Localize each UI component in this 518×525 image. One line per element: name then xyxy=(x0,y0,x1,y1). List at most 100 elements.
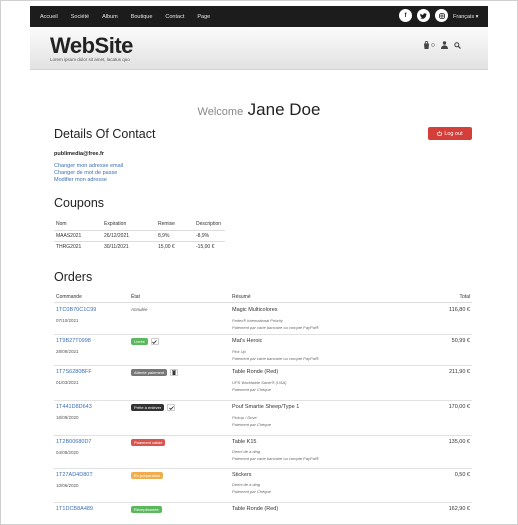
change-password-link[interactable]: Changer de mot de passe xyxy=(54,170,123,177)
order-total: 211,90 € xyxy=(448,369,470,375)
order-summary: Table K15 xyxy=(232,439,257,445)
trash-icon[interactable] xyxy=(170,369,179,376)
order-shipping: Fedex® International Priority xyxy=(232,318,283,323)
orders-header-row: Commande État Résumé Total xyxy=(54,293,472,303)
nav-item-contact[interactable]: Contact xyxy=(165,14,184,20)
order-summary: Stickers xyxy=(232,472,252,478)
coupon-expiration: 30/11/2021 xyxy=(104,243,129,250)
coupon-description: -15,00 € xyxy=(196,243,215,250)
order-status-badge: Prête à enlever xyxy=(131,404,165,411)
welcome-label: Welcome xyxy=(197,106,244,118)
order-payment: Paiement par Chèque xyxy=(232,387,271,392)
order-state-text: Annulée xyxy=(131,307,148,312)
coupon-description: -8,9% xyxy=(196,232,210,239)
order-state: Annulée xyxy=(131,307,148,312)
nav-item-societe[interactable]: Société xyxy=(71,14,89,20)
checkmark-icon[interactable] xyxy=(150,338,159,345)
order-shipping: Pick Up xyxy=(232,349,246,354)
edit-address-link[interactable]: Modifier mon adresse xyxy=(54,177,123,184)
logout-button[interactable]: Log out xyxy=(428,127,472,140)
order-summary: Pouf Smartie Sheep/Type 1 xyxy=(232,404,300,410)
nav-item-boutique[interactable]: Boutique xyxy=(131,14,153,20)
account-links: Changer mon adresse email Changer de mot… xyxy=(54,163,123,184)
order-total: 50,99 € xyxy=(451,338,470,344)
order-shipping: Direct de à ding xyxy=(232,482,261,487)
order-payment: Paiement par carte bancaire ou compte Pa… xyxy=(232,325,319,330)
change-email-link[interactable]: Changer mon adresse email xyxy=(54,163,123,170)
order-date: 07/10/2021 xyxy=(56,318,79,323)
order-number[interactable]: 1T2B00680D7 xyxy=(56,439,91,445)
checkmark-icon[interactable] xyxy=(167,404,176,411)
order-number[interactable]: 1T1DCB8A489 xyxy=(56,506,93,512)
order-state: Réceptionnée xyxy=(131,506,162,513)
coupons-header-row: Nom Expiration Remise Description xyxy=(54,219,225,230)
order-status-badge: Réceptionnée xyxy=(131,506,162,513)
coupons-col-description: Description xyxy=(196,221,222,228)
order-date: 10/06/2020 xyxy=(56,483,79,488)
site-tagline: Lorem ipsum dolor sit amet, lacatus quo xyxy=(50,57,130,62)
table-row: 1T27AD4D80T 10/06/2020 En préparation St… xyxy=(54,470,472,503)
order-date: 28/09/2021 xyxy=(56,349,79,354)
search-icon[interactable] xyxy=(454,41,461,49)
nav-item-accueil[interactable]: Accueil xyxy=(40,14,58,20)
coupons-col-remise: Remise xyxy=(158,221,175,228)
orders-section-title: Orders xyxy=(54,270,93,284)
nav-item-album[interactable]: Album xyxy=(102,14,118,20)
language-selector[interactable]: Français ▾ xyxy=(453,6,478,27)
order-payment: Paiement par carte bancaire ou compte Pa… xyxy=(232,356,319,361)
order-date: 18/09/2020 xyxy=(56,415,79,420)
top-nav: Accueil Société Album Boutique Contact P… xyxy=(40,6,223,27)
instagram-icon[interactable] xyxy=(435,9,448,22)
order-status-badge: Paiement validé xyxy=(131,439,166,446)
nav-item-page[interactable]: Page xyxy=(197,14,210,20)
table-row: 1T9B27T0998 28/09/2021 Livrée Mat's Hero… xyxy=(54,336,472,366)
logout-label: Log out xyxy=(444,130,463,137)
contact-email: publimedia@free.fr xyxy=(54,151,104,157)
welcome-name: Jane Doe xyxy=(247,100,321,119)
order-total: 170,00 € xyxy=(448,404,470,410)
welcome-heading: Welcome Jane Doe xyxy=(0,100,518,120)
order-state: En préparation xyxy=(131,472,164,479)
cart-icon[interactable] xyxy=(423,41,435,49)
order-shipping: Pickup / Drive xyxy=(232,415,257,420)
coupon-expiration: 26/12/2021 xyxy=(104,232,130,239)
order-total: 0,50 € xyxy=(454,472,470,478)
twitter-icon[interactable] xyxy=(417,9,430,22)
table-row: THRG2021 30/11/2021 15,00 € -15,00 € xyxy=(54,241,226,252)
contact-section-title: Details Of Contact xyxy=(54,127,156,141)
order-number[interactable]: 1TC0B70C1C99 xyxy=(56,307,96,313)
order-summary: Magic Multicolores xyxy=(232,307,278,313)
user-icon[interactable] xyxy=(441,41,448,49)
table-row: 1T441D8D643 18/09/2020 Prête à enlever P… xyxy=(54,402,472,436)
site-header: WebSite Lorem ipsum dolor sit amet, laca… xyxy=(30,27,488,70)
order-number[interactable]: 1T27AD4D80T xyxy=(56,472,93,478)
site-logo[interactable]: WebSite xyxy=(50,33,133,59)
order-payment: Paiement par Chèque xyxy=(232,422,271,427)
order-summary: Table Ronde (Red) xyxy=(232,506,279,512)
order-total: 116,80 € xyxy=(448,307,470,313)
order-number[interactable]: 1T9B27T0998 xyxy=(56,338,91,344)
order-shipping: Direct de à ding xyxy=(232,449,261,454)
facebook-icon[interactable]: f xyxy=(399,9,412,22)
orders-col-total: Total xyxy=(459,294,470,300)
order-state: Paiement validé xyxy=(131,439,166,446)
table-row: 1T2B00680D7 04/08/2020 Paiement validé T… xyxy=(54,437,472,469)
order-number[interactable]: 1T441D8D643 xyxy=(56,404,92,410)
order-number[interactable]: 1T7S6280BFF xyxy=(56,369,92,375)
order-state: Livrée xyxy=(131,338,159,345)
order-payment: Paiement par carte bancaire ou compte Pa… xyxy=(232,456,319,461)
order-total: 135,00 € xyxy=(448,439,470,445)
coupons-col-nom: Nom xyxy=(56,221,67,228)
order-status-badge: En préparation xyxy=(131,472,164,479)
table-row: 1T7S6280BFF 01/03/2021 Attente paiement … xyxy=(54,367,472,401)
coupon-discount: 15,00 € xyxy=(158,243,175,250)
power-icon xyxy=(437,131,443,136)
orders-col-commande: Commande xyxy=(56,294,82,300)
order-state: Attente paiement xyxy=(131,369,179,376)
order-total: 162,90 € xyxy=(448,506,470,512)
orders-col-etat: État xyxy=(131,294,140,300)
order-status-badge: Attente paiement xyxy=(131,369,168,376)
social-links: f xyxy=(399,9,453,22)
order-summary: Mat's Heroic xyxy=(232,338,263,344)
order-status-badge: Livrée xyxy=(131,338,148,345)
